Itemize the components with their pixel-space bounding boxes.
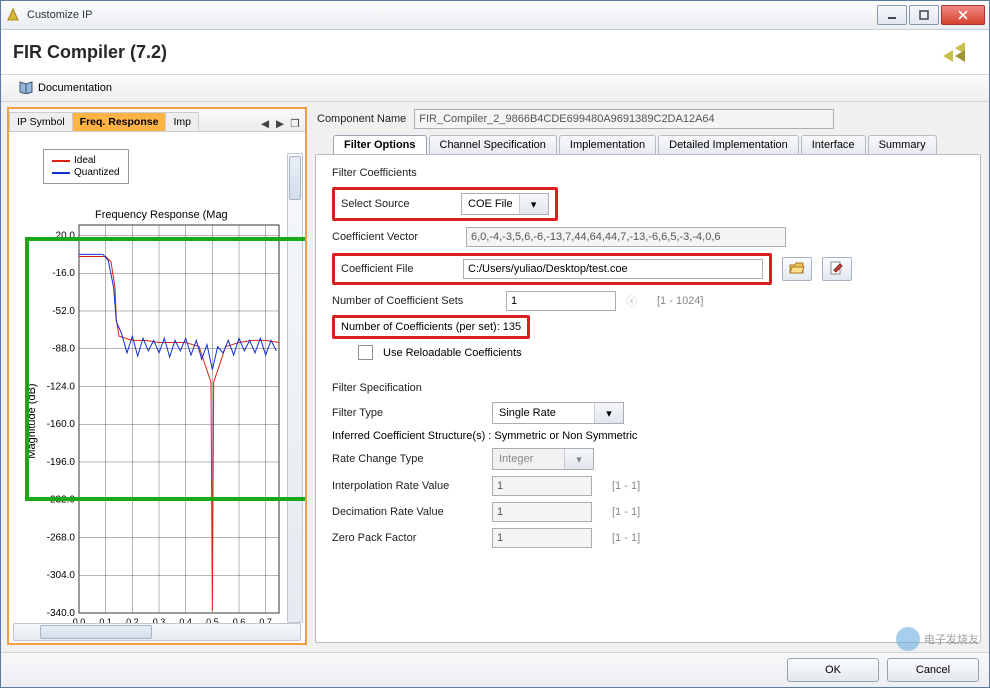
svg-text:-124.0: -124.0 [47,381,76,392]
edit-file-button[interactable] [822,257,852,281]
coef-file-field[interactable] [463,259,763,279]
select-source-label: Select Source [341,198,451,210]
component-name-field[interactable] [414,109,834,129]
inferred-structure: Inferred Coefficient Structure(s) : Symm… [332,430,637,442]
dialog-header: FIR Compiler (7.2) [1,30,989,75]
chart-ylabel: Magnitude (dB) [26,383,38,458]
chevron-down-icon: ▾ [594,403,623,423]
num-coef-sets-field[interactable] [506,291,616,311]
select-source-combo[interactable]: COE File ▾ [461,193,549,215]
rate-change-combo: Integer ▾ [492,448,594,470]
tab-summary[interactable]: Summary [868,135,937,154]
reloadable-label: Use Reloadable Coefficients [383,347,522,359]
documentation-label: Documentation [38,82,112,94]
legend-ideal: Ideal [74,155,96,166]
tab-interface[interactable]: Interface [801,135,866,154]
decim-rate-hint: [1 - 1] [612,506,640,518]
svg-text:-196.0: -196.0 [47,457,76,468]
reloadable-checkbox[interactable] [358,345,373,360]
tab-expand-icon[interactable]: ❐ [289,117,301,131]
tab-implementation[interactable]: Implementation [559,135,656,154]
book-icon [18,80,34,97]
cancel-button[interactable]: Cancel [887,658,979,682]
close-button[interactable] [941,5,985,25]
highlight-box-select-source: Select Source COE File ▾ [332,187,558,221]
legend-quantized: Quantized [74,167,120,178]
svg-text:-340.0: -340.0 [47,608,76,619]
select-source-value: COE File [462,198,519,210]
folder-open-icon [789,261,805,278]
svg-text:-88.0: -88.0 [52,344,75,355]
toolbar: Documentation [1,75,989,102]
zpf-hint: [1 - 1] [612,532,640,544]
vendor-logo-icon [937,36,977,68]
interp-rate-field [492,476,592,496]
svg-text:20.0: 20.0 [56,230,76,241]
dialog-title: FIR Compiler (7.2) [13,42,937,63]
decim-rate-field [492,502,592,522]
maximize-button[interactable] [909,5,939,25]
highlight-box-num-coef: Number of Coefficients (per set): 135 [332,315,530,339]
preview-vscroll[interactable] [287,153,303,623]
coef-vector-label: Coefficient Vector [332,231,456,243]
svg-text:-268.0: -268.0 [47,532,76,543]
preview-hscroll[interactable] [13,623,301,641]
svg-text:-304.0: -304.0 [47,570,76,581]
freq-response-chart: 20.0 -16.0 -52.0 -88.0 -124.0 -160.0 -196.0 -23… [25,221,289,643]
rate-change-value: Integer [493,453,539,465]
tab-channel-specification[interactable]: Channel Specification [429,135,557,154]
num-coef-sets-label: Number of Coefficient Sets [332,295,496,307]
component-name-label: Component Name [317,113,406,125]
filter-type-combo[interactable]: Single Rate ▾ [492,402,624,424]
config-tabs: Filter Options Channel Specification Imp… [313,135,983,154]
chevron-down-icon: ▾ [519,194,548,214]
chart-legend: Ideal Quantized [43,149,129,184]
tab-next-icon[interactable]: ▶ [274,117,286,131]
chevron-down-icon: ▾ [564,449,593,469]
zpf-field [492,528,592,548]
browse-file-button[interactable] [782,257,812,281]
tab-prev-icon[interactable]: ◀ [259,117,271,131]
svg-text:-52.0: -52.0 [52,306,75,317]
minimize-button[interactable] [877,5,907,25]
decim-rate-label: Decimation Rate Value [332,506,482,518]
interp-rate-label: Interpolation Rate Value [332,480,482,492]
filter-specification-group-title: Filter Specification [332,382,964,394]
dialog-button-bar: OK Cancel [1,652,989,687]
filter-options-panel: Filter Coefficients Select Source COE Fi… [315,154,981,643]
app-icon [5,7,21,23]
preview-tabs: IP Symbol Freq. Response Imp ◀ ▶ ❐ [9,109,305,132]
coef-vector-field [466,227,786,247]
window-title: Customize IP [27,9,877,21]
svg-text:-160.0: -160.0 [47,419,76,430]
num-coef-per-set: Number of Coefficients (per set): 135 [341,321,521,333]
tab-freq-response[interactable]: Freq. Response [72,112,167,131]
pencil-icon [830,261,844,278]
documentation-button[interactable]: Documentation [11,77,119,100]
titlebar: Customize IP [1,1,989,30]
rate-change-label: Rate Change Type [332,453,482,465]
ok-button[interactable]: OK [787,658,879,682]
tab-detailed-implementation[interactable]: Detailed Implementation [658,135,799,154]
num-coef-sets-hint: [1 - 1024] [657,295,703,307]
preview-panel: IP Symbol Freq. Response Imp ◀ ▶ ❐ Ideal… [7,107,307,645]
tab-ip-symbol[interactable]: IP Symbol [9,112,73,131]
filter-type-label: Filter Type [332,407,482,419]
tab-filter-options[interactable]: Filter Options [333,135,427,154]
coef-file-label: Coefficient File [341,263,453,275]
filter-coefficients-group-title: Filter Coefficients [332,167,964,179]
chart-title: Frequency Response (Mag [95,205,228,221]
tab-imp[interactable]: Imp [165,112,199,131]
svg-text:-232.0: -232.0 [47,495,76,506]
interp-rate-hint: [1 - 1] [612,480,640,492]
highlight-box-coef-file: Coefficient File [332,253,772,285]
zpf-label: Zero Pack Factor [332,532,482,544]
svg-text:-16.0: -16.0 [52,268,75,279]
filter-type-value: Single Rate [493,407,562,419]
clear-icon[interactable]: ⓧ [626,293,637,309]
